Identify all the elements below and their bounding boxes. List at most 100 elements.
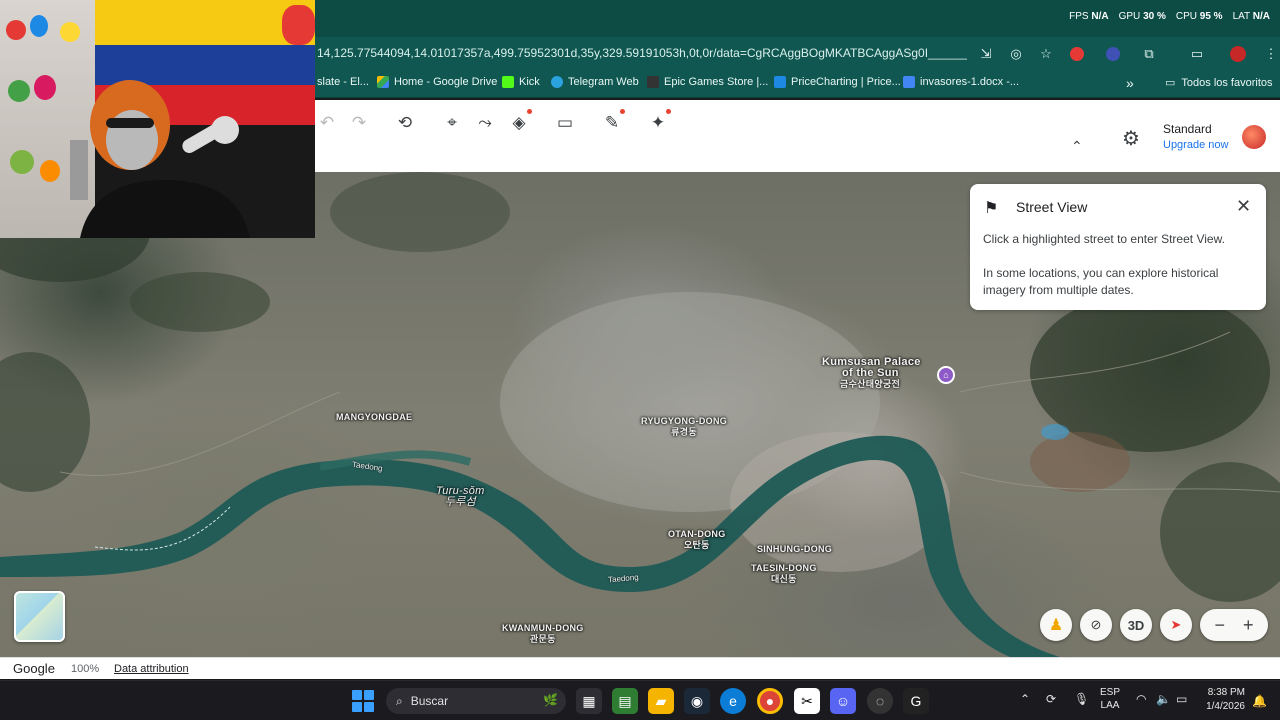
screen: FPS N/A GPU 30 % CPU 95 % LAT N/A 14,125… [0,0,1280,720]
tray-chevron-icon[interactable]: ⌃ [1020,692,1030,706]
undo-icon[interactable]: ↶ [314,110,340,136]
toy [8,80,30,102]
toy [6,20,26,40]
task-view-icon[interactable]: ▦ [576,688,602,714]
extension-red-icon[interactable] [1070,47,1084,61]
tools-icon[interactable]: ✎ [599,109,625,136]
epic-games-icon [647,76,659,88]
zoom-in-button[interactable]: + [1243,615,1254,636]
upgrade-link[interactable]: Upgrade now [1163,139,1228,151]
webcam-overlay [0,0,315,238]
bookmark-star-icon[interactable]: ☆ [1035,43,1057,65]
street-view-text: In some locations, you can explore histo… [983,266,1219,297]
google-lens-icon[interactable]: ◎ [1005,43,1027,65]
bookmark-item[interactable]: slate - El... [317,76,369,88]
place-label-kumsusan[interactable]: Kumsusan Palace of the Sun 금수산태양궁전 [822,357,921,390]
notifications-icon[interactable]: 🔔 [1252,694,1267,708]
place-label-turu-som[interactable]: Turu-sŏm 두루섬 [436,486,485,508]
battery-icon[interactable]: ▭ [1176,692,1187,706]
collapse-toolbar-icon[interactable]: ⌃ [1071,138,1083,155]
3d-toggle-button[interactable]: 3D [1120,609,1152,641]
all-bookmarks-button[interactable]: ▭ Todos los favoritos [1165,76,1273,90]
taskbar-search[interactable]: ⌕ Buscar 🌿 [386,688,566,714]
telegram-icon [551,76,563,88]
plan-info: Standard Upgrade now [1163,122,1228,151]
zoom-controls: − + [1200,609,1268,641]
draw-path-icon[interactable]: ⤳ [472,110,498,136]
street-view-card: ⚑ Street View ✕ Click a highlighted stre… [970,184,1266,310]
street-view-title: Street View [1016,199,1088,215]
placemark-icon[interactable]: ⌖ [439,110,465,136]
redo-icon[interactable]: ↷ [346,110,372,136]
cpu-readout: CPU 95 % [1175,11,1223,22]
map-style-thumbnail[interactable] [14,591,65,642]
volume-icon[interactable]: 🔈 [1156,692,1171,706]
measure-icon[interactable]: ▭ [552,110,578,136]
capcut-icon[interactable]: ✂ [794,688,820,714]
zoom-out-button[interactable]: − [1214,615,1225,636]
close-icon[interactable]: ✕ [1236,196,1251,217]
edge-icon[interactable]: e [720,688,746,714]
app-icon[interactable]: G [903,688,929,714]
extension-blue-icon[interactable] [1106,47,1120,61]
lat-readout: LAT N/A [1232,11,1270,22]
docs-icon [903,76,915,88]
history-icon[interactable]: ⟲ [392,110,418,136]
place-label-sinhung[interactable]: SINHUNG-DONG [757,544,832,555]
bookmark-item[interactable]: Home - Google Drive [377,76,497,88]
clock[interactable]: 8:38 PM 1/4/2026 [1197,686,1245,714]
museum-poi-icon[interactable]: ⌂ [937,366,955,384]
location-off-icon[interactable]: ⊘ [1080,609,1112,641]
plan-name: Standard [1163,122,1212,136]
toy [30,15,48,37]
menu-kebab-icon[interactable]: ⋮ [1260,43,1280,65]
streamer-person [70,80,250,238]
pricecharting-icon [774,76,786,88]
search-highlight-icon: 🌿 [543,693,558,707]
steam-icon[interactable]: ◉ [684,688,710,714]
place-label-taesin[interactable]: TAESIN-DONG 대신동 [751,563,817,585]
compass-icon[interactable]: ➤ [1160,609,1192,641]
bookmark-item[interactable]: Epic Games Store |... [647,76,768,88]
install-app-icon[interactable]: ⇲ [975,43,997,65]
calculator-icon[interactable]: ▤ [612,688,638,714]
bookmark-item[interactable]: invasores-1.docx -... [903,76,1019,88]
place-label-kwanmun[interactable]: KWANMUN-DONG 관문동 [502,623,584,645]
bookmark-item[interactable]: Kick [502,76,540,88]
bookmark-item[interactable]: Telegram Web [551,76,639,88]
sync-icon[interactable]: ⟳ [1046,692,1056,706]
street-view-icon: ⚑ [984,200,999,217]
search-icon: ⌕ [396,693,403,708]
discord-icon[interactable]: ☺ [830,688,856,714]
language-indicator[interactable]: ESP LAA [1100,686,1120,712]
place-label-mangyongdae[interactable]: MANGYONGDAE [336,412,412,423]
windows-taskbar: ⌕ Buscar 🌿 ▦ ▤ ▰ ◉ e ● ✂ ☺ ◌ G ⌃ ⟳ 🎙 ESP… [0,680,1280,720]
extensions-puzzle-icon[interactable]: ⧉ [1138,43,1160,65]
bookmark-item[interactable]: PriceCharting | Price... [774,76,901,88]
wifi-icon[interactable]: ◠ [1136,692,1146,706]
file-explorer-icon[interactable]: ▰ [648,688,674,714]
spiderman-poster [282,5,315,45]
place-label-otan[interactable]: OTAN-DONG 오탄동 [668,529,726,551]
pegman-icon[interactable]: ♟ [1040,609,1072,641]
chrome-icon[interactable]: ● [757,688,783,714]
map-status-bar: Google 100% Data attribution [0,657,1280,679]
settings-gear-icon[interactable]: ⚙ [1122,126,1140,151]
tab-search-icon[interactable]: ▭ [1186,43,1208,65]
folder-icon: ▭ [1165,77,1176,89]
gpu-readout: GPU 30 % [1118,11,1166,22]
data-attribution-link[interactable]: Data attribution [114,663,189,675]
microphone-icon[interactable]: 🎙 [1074,692,1089,706]
zoom-level: 100% [71,663,100,675]
profile-icon[interactable] [1230,46,1246,62]
windows-start-icon[interactable] [352,690,374,712]
layers-icon[interactable]: ◈ [506,109,532,136]
obs-icon[interactable]: ◌ [867,688,893,714]
address-bar[interactable]: 14,125.77544094,14.01017357a,499.7595230… [317,46,967,60]
bookmarks-overflow-button[interactable]: » [1126,75,1134,91]
toy [34,75,56,100]
place-label-ryugyong[interactable]: RYUGYONG-DONG 류경동 [641,416,727,438]
account-avatar[interactable] [1240,123,1268,151]
google-drive-icon [377,76,389,88]
gemini-sparkle-icon[interactable]: ✦ [645,109,671,136]
